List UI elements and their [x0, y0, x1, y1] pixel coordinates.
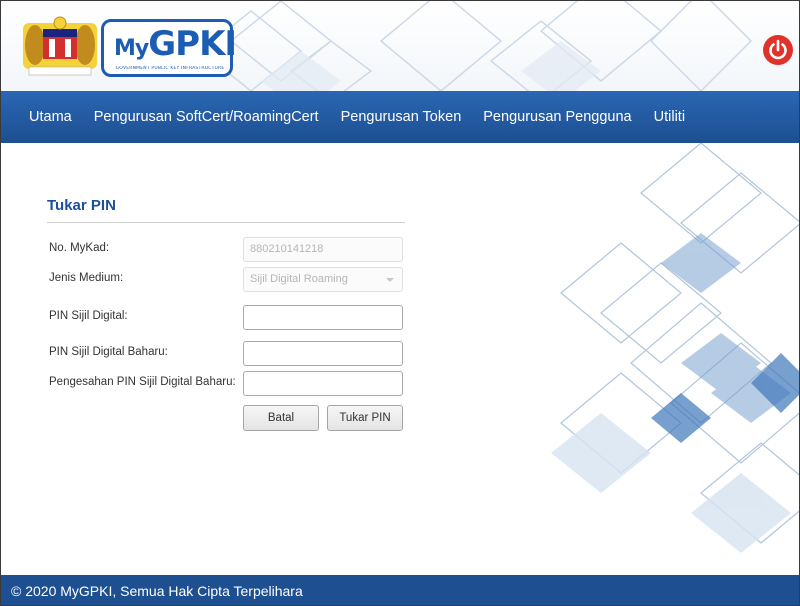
mygpki-logo: MyGPKI GOVERNMENT PUBLIC KEY INFRASTRUCT…: [101, 19, 237, 77]
confirm-pin-row: Pengesahan PIN Sijil Digital Baharu:: [47, 371, 407, 397]
medium-select-value: Sijil Digital Roaming: [250, 273, 348, 285]
app-window: MyGPKI GOVERNMENT PUBLIC KEY INFRASTRUCT…: [0, 0, 800, 606]
confirm-pin-label: Pengesahan PIN Sijil Digital Baharu:: [49, 376, 236, 388]
change-pin-button[interactable]: Tukar PIN: [327, 405, 403, 431]
nav-item-utiliti[interactable]: Utiliti: [654, 109, 685, 125]
nav-item-token[interactable]: Pengurusan Token: [341, 109, 462, 125]
medium-label: Jenis Medium:: [49, 272, 124, 284]
nav-item-utama[interactable]: Utama: [29, 109, 72, 125]
pin-label: PIN Sijil Digital:: [49, 310, 128, 322]
medium-row: Jenis Medium: Sijil Digital Roaming: [47, 267, 407, 293]
pin-row: PIN Sijil Digital:: [47, 305, 407, 331]
cancel-button[interactable]: Batal: [243, 405, 319, 431]
nav-item-pengguna[interactable]: Pengurusan Pengguna: [483, 109, 631, 125]
coat-of-arms-logo: [23, 16, 97, 76]
new-pin-label: PIN Sijil Digital Baharu:: [49, 346, 168, 358]
logo-subtitle: GOVERNMENT PUBLIC KEY INFRASTRUCTURE: [115, 66, 225, 71]
new-pin-row: PIN Sijil Digital Baharu:: [47, 341, 407, 367]
button-row: Batal Tukar PIN: [47, 405, 407, 431]
new-pin-input[interactable]: [243, 341, 403, 366]
medium-select: Sijil Digital Roaming: [243, 267, 403, 292]
mykad-input: 880210141218: [243, 237, 403, 262]
pin-input[interactable]: [243, 305, 403, 330]
main-content: Tukar PIN No. MyKad: 880210141218 Jenis …: [1, 143, 799, 575]
power-icon: [769, 39, 787, 60]
main-navigation: Utama Pengurusan SoftCert/RoamingCert Pe…: [1, 91, 799, 143]
chevron-down-icon: [386, 278, 394, 282]
logo-wordmark: MyGPKI: [114, 24, 237, 64]
confirm-pin-input[interactable]: [243, 371, 403, 396]
change-pin-form: Tukar PIN No. MyKad: 880210141218 Jenis …: [47, 197, 407, 431]
mykad-row: No. MyKad: 880210141218: [47, 237, 407, 263]
mykad-label: No. MyKad:: [49, 242, 110, 254]
header: MyGPKI GOVERNMENT PUBLIC KEY INFRASTRUCT…: [1, 1, 799, 91]
form-title: Tukar PIN: [47, 197, 405, 223]
nav-item-softcert-roamingcert[interactable]: Pengurusan SoftCert/RoamingCert: [94, 109, 319, 125]
footer: © 2020 MyGPKI, Semua Hak Cipta Terpeliha…: [1, 575, 799, 605]
logout-button[interactable]: [763, 35, 793, 65]
copyright-text: © 2020 MyGPKI, Semua Hak Cipta Terpeliha…: [11, 583, 303, 599]
